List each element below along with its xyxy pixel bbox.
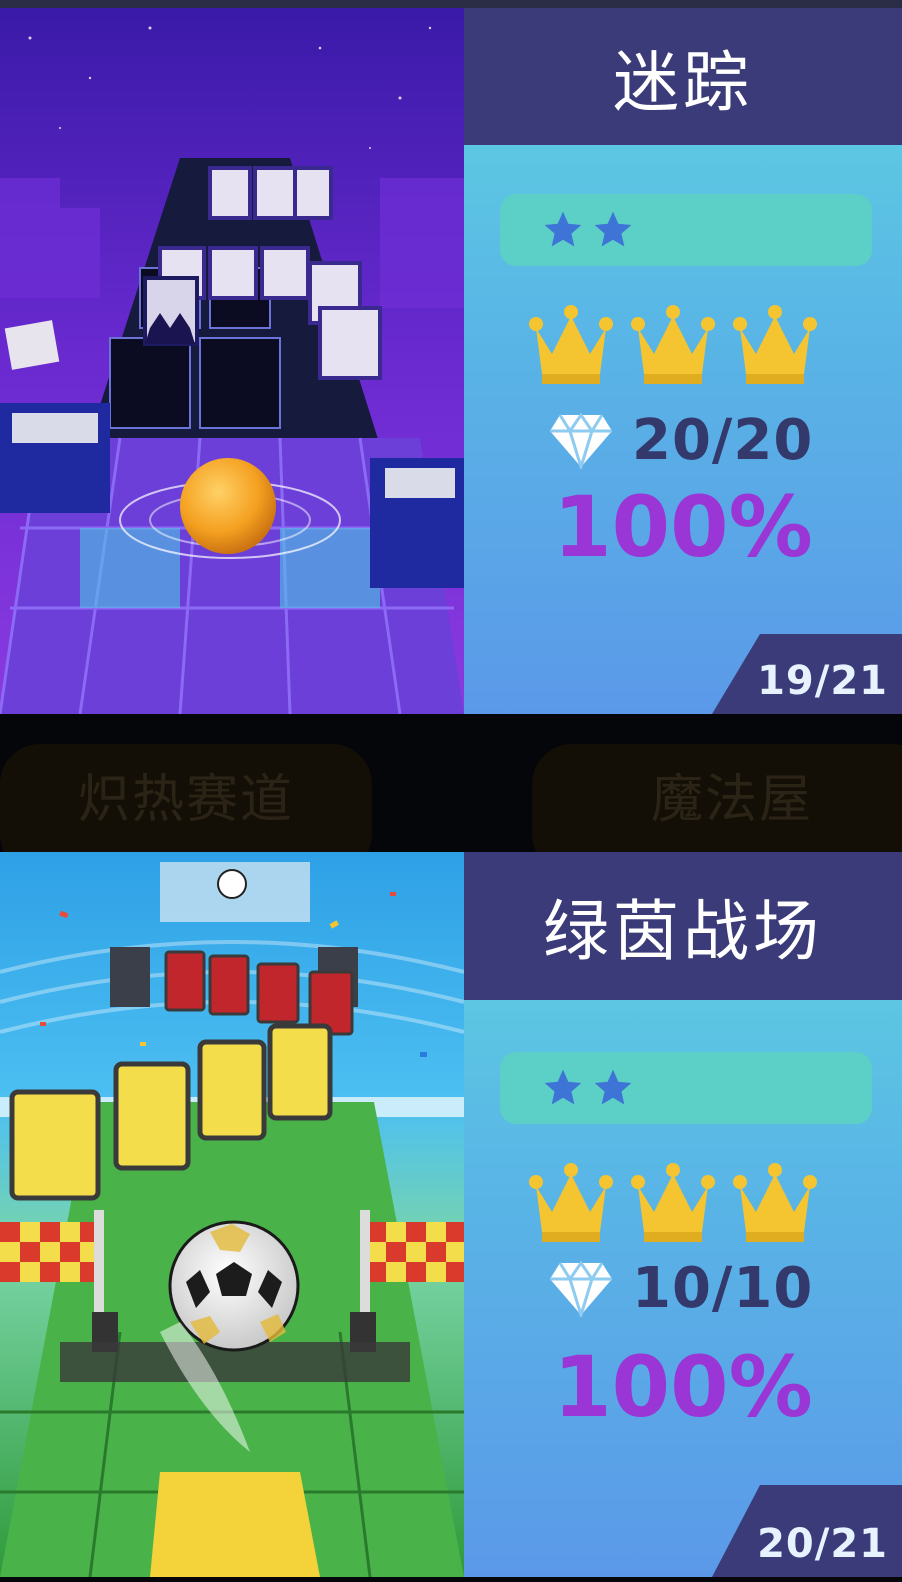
crown-icon (733, 1163, 817, 1242)
level-info-panel: 迷踪 20/20 100% 19/21 (464, 8, 902, 714)
level-title-bar: 迷踪 (464, 8, 902, 145)
star-icon (594, 1069, 632, 1105)
level-card-green-field[interactable]: 绿茵战场 10/10 100% 20/21 (0, 852, 902, 1577)
crown-icon (733, 305, 817, 384)
gem-progress: 20/20 (548, 408, 813, 473)
level-info-panel: 绿茵战场 10/10 100% 20/21 (464, 852, 902, 1577)
crown-rating (528, 304, 818, 386)
crown-icon (529, 1163, 613, 1242)
completion-percent: 100% (553, 478, 813, 576)
page-number: 19/21 (757, 658, 888, 704)
tab-label: 魔法屋 (650, 769, 813, 830)
level-tabs-background: 炽热赛道 魔法屋 (0, 714, 902, 852)
top-bar (0, 0, 902, 8)
page-number: 20/21 (757, 1521, 888, 1567)
crown-icon (631, 305, 715, 384)
star-icon (544, 1069, 582, 1105)
tab-hot-track[interactable]: 炽热赛道 (0, 744, 372, 852)
crown-rating (528, 1162, 818, 1244)
level-title-bar: 绿茵战场 (464, 852, 902, 1000)
tab-label: 炽热赛道 (77, 769, 294, 830)
crown-icon (631, 1163, 715, 1242)
level-artwork-maze (0, 8, 464, 714)
diamond-icon (550, 1260, 612, 1317)
level-title: 迷踪 (613, 43, 753, 121)
level-card-maze[interactable]: 迷踪 20/20 100% 19/21 (0, 8, 902, 714)
gem-count: 20/20 (632, 408, 814, 473)
page-indicator: 19/21 (712, 634, 902, 714)
gem-count: 10/10 (632, 1256, 814, 1321)
level-title: 绿茵战场 (543, 893, 823, 970)
completion-percent: 100% (553, 1338, 813, 1436)
star-icon (594, 211, 632, 247)
level-artwork-green-field (0, 852, 464, 1577)
page-indicator: 20/21 (712, 1485, 902, 1577)
diamond-icon (550, 412, 612, 469)
gem-progress: 10/10 (548, 1256, 813, 1321)
difficulty-bar (500, 194, 872, 266)
difficulty-bar (500, 1052, 872, 1124)
star-icon (544, 211, 582, 247)
crown-icon (529, 305, 613, 384)
tab-magic-house[interactable]: 魔法屋 (532, 744, 902, 852)
